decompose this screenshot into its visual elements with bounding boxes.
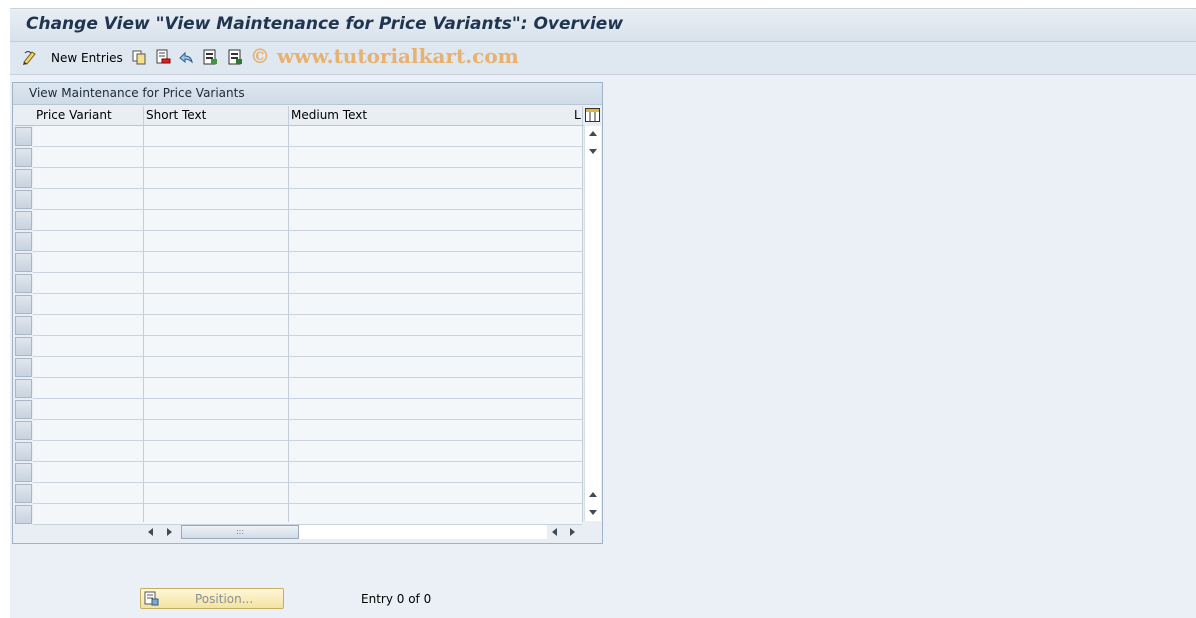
title-bar: Change View "View Maintenance for Price … (10, 9, 1196, 42)
table-row[interactable] (33, 357, 582, 378)
scroll-left-end-icon[interactable] (552, 528, 557, 536)
position-icon (144, 591, 159, 606)
table-row[interactable] (33, 336, 582, 357)
row-selector[interactable] (15, 316, 32, 335)
table-row[interactable] (33, 168, 582, 189)
column-header-price-variant[interactable]: Price Variant (33, 106, 143, 126)
delete-icon[interactable] (155, 49, 171, 65)
sap-window: Change View "View Maintenance for Price … (10, 8, 1196, 618)
table-row[interactable] (33, 462, 582, 483)
undo-icon[interactable] (178, 49, 194, 65)
table-row[interactable] (33, 483, 582, 504)
edit-pencil-icon[interactable] (22, 49, 38, 65)
row-selector[interactable] (15, 127, 32, 146)
page-down-icon[interactable] (589, 510, 597, 515)
row-selector[interactable] (15, 169, 32, 188)
table-title-bar: View Maintenance for Price Variants (13, 83, 602, 105)
table-row[interactable] (33, 378, 582, 399)
column-header-short-text[interactable]: Short Text (143, 106, 288, 126)
application-toolbar: New Entries © www.tutorialkart.com (10, 42, 1196, 75)
table-row[interactable] (33, 441, 582, 462)
row-selector[interactable] (15, 421, 32, 440)
row-selector[interactable] (15, 442, 32, 461)
table-row[interactable] (33, 315, 582, 336)
table-row[interactable] (33, 189, 582, 210)
row-selector[interactable] (15, 148, 32, 167)
new-entries-button[interactable]: New Entries (51, 51, 123, 65)
row-selector[interactable] (15, 253, 32, 272)
table-settings-icon[interactable] (585, 107, 600, 123)
vertical-scrollbar[interactable] (584, 126, 601, 521)
column-header-medium-text[interactable]: Medium Text (288, 106, 572, 126)
horizontal-scroll-track[interactable] (299, 525, 547, 539)
select-all-rows-corner[interactable] (15, 106, 33, 126)
table-row[interactable] (33, 420, 582, 441)
column-divider (143, 106, 144, 522)
table-row[interactable] (33, 147, 582, 168)
horizontal-scrollbar[interactable]: ::: (143, 524, 583, 540)
watermark-text: © www.tutorialkart.com (250, 44, 519, 68)
column-divider (288, 106, 289, 522)
row-selector[interactable] (15, 505, 32, 524)
row-selector[interactable] (15, 400, 32, 419)
page-up-icon[interactable] (589, 492, 597, 497)
horizontal-scroll-thumb[interactable]: ::: (181, 525, 299, 539)
row-selector[interactable] (15, 379, 32, 398)
row-selector[interactable] (15, 274, 32, 293)
table-row[interactable] (33, 231, 582, 252)
deselect-all-icon[interactable] (227, 49, 243, 65)
table-panel: View Maintenance for Price Variants Pric… (12, 82, 603, 544)
table-title: View Maintenance for Price Variants (29, 86, 245, 100)
table-row[interactable] (33, 126, 582, 147)
scroll-right-icon[interactable] (167, 528, 172, 536)
table-row[interactable] (33, 210, 582, 231)
table-row[interactable] (33, 273, 582, 294)
column-divider (582, 106, 583, 522)
row-selector[interactable] (15, 295, 32, 314)
table-row[interactable] (33, 504, 582, 525)
table-grid: Price Variant Short Text Medium Text L (15, 106, 601, 525)
copy-icon[interactable] (131, 49, 147, 65)
table-row[interactable] (33, 294, 582, 315)
row-selector[interactable] (15, 463, 32, 482)
row-selector[interactable] (15, 211, 32, 230)
scroll-right-end-icon[interactable] (570, 528, 575, 536)
row-selector[interactable] (15, 358, 32, 377)
scroll-up-icon[interactable] (589, 131, 597, 136)
position-button-label: Position... (195, 592, 254, 606)
row-selector[interactable] (15, 190, 32, 209)
table-row[interactable] (33, 252, 582, 273)
entry-count: Entry 0 of 0 (361, 592, 432, 606)
scroll-down-icon[interactable] (589, 149, 597, 154)
table-row[interactable] (33, 399, 582, 420)
select-all-icon[interactable] (202, 49, 218, 65)
page-title: Change View "View Maintenance for Price … (26, 14, 624, 34)
row-selector[interactable] (15, 337, 32, 356)
scroll-left-icon[interactable] (148, 528, 153, 536)
position-button[interactable]: Position... (140, 588, 284, 609)
row-selector[interactable] (15, 232, 32, 251)
row-selector[interactable] (15, 484, 32, 503)
